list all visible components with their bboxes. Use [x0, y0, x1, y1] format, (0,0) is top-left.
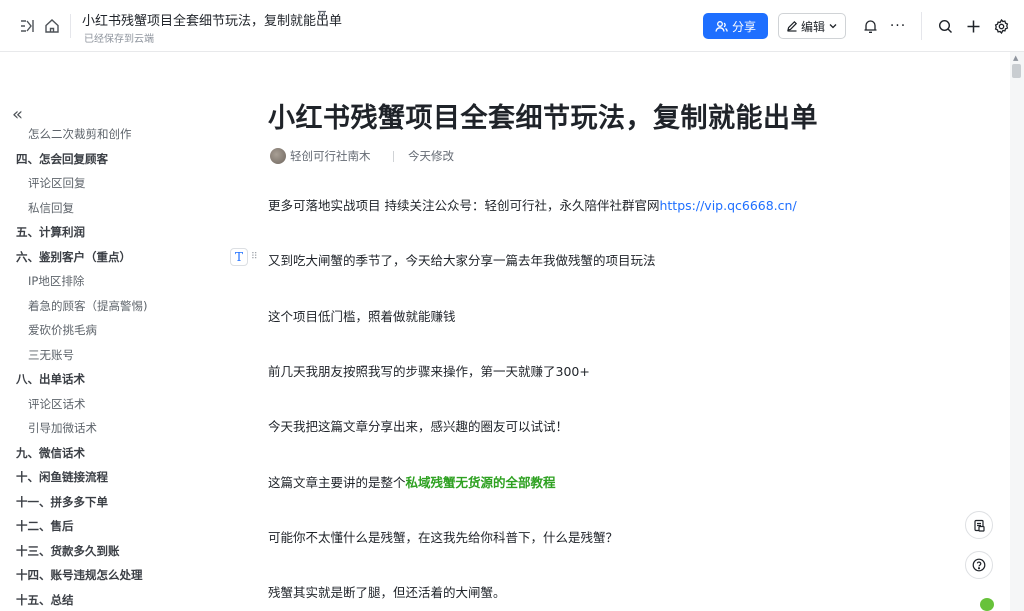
avatar[interactable] — [270, 148, 286, 164]
outline-item[interactable]: 爱砍价挑毛病 — [28, 319, 97, 341]
drag-handle-icon[interactable]: ⠿ — [251, 252, 258, 262]
divider — [70, 14, 71, 38]
chevron-down-icon — [829, 24, 837, 29]
settings-gear-icon[interactable] — [991, 16, 1011, 36]
pencil-icon — [787, 20, 798, 32]
paragraph[interactable]: 又到吃大闸蟹的季节了，今天给大家分享一篇去年我做残蟹的项目玩法 — [268, 250, 656, 269]
paragraph[interactable]: 更多可落地实战项目 持续关注公众号：轻创可行社，永久陪伴社群官网https://… — [268, 195, 797, 214]
paragraph[interactable]: 这篇文章主要讲的是整个私域残蟹无货源的全部教程 — [268, 472, 556, 491]
outline-item[interactable]: 十一、拼多多下单 — [16, 491, 108, 513]
outline-item[interactable]: 十三、货款多久到账 — [16, 540, 120, 562]
outline-item[interactable]: 怎么二次裁剪和创作 — [28, 123, 132, 145]
top-bar: 小红书残蟹项目全套细节玩法，复制就能出单 已经保存到云端 分享 编辑 ··· — [0, 0, 1024, 52]
outline-item[interactable]: 评论区回复 — [28, 172, 86, 194]
scrollbar[interactable]: ▲ — [1010, 52, 1024, 611]
author-name[interactable]: 轻创可行社南木 — [290, 148, 371, 164]
page-title: 小红书残蟹项目全套细节玩法，复制就能出单 — [268, 103, 818, 134]
outline-item[interactable]: 十、闲鱼链接流程 — [16, 466, 108, 488]
outline-item[interactable]: 三无账号 — [28, 344, 74, 366]
modified-time: 今天修改 — [408, 149, 454, 163]
toggle-outline-icon[interactable] — [18, 16, 38, 36]
outline-item[interactable]: 评论区话术 — [28, 393, 86, 415]
document-icon — [973, 519, 985, 532]
paragraph[interactable]: 前几天我朋友按照我写的步骤来操作，第一天就赚了300+ — [268, 361, 590, 380]
paragraph[interactable]: 残蟹其实就是断了腿，但还活着的大闸蟹。 — [268, 582, 506, 601]
help-icon — [972, 558, 986, 572]
outline-item[interactable]: 十五、总结 — [16, 589, 74, 611]
bell-icon[interactable] — [860, 16, 880, 36]
paragraph[interactable]: 可能你不太懂什么是残蟹，在这我先给你科普下，什么是残蟹？ — [268, 527, 618, 546]
paragraph-text: 更多可落地实战项目 持续关注公众号：轻创可行社，永久陪伴社群官网 — [268, 198, 660, 213]
outline-item[interactable]: IP地区排除 — [28, 270, 84, 292]
block-handle[interactable]: T ⠿ — [230, 246, 264, 268]
outline-item[interactable]: 四、怎会回复顾客 — [16, 148, 108, 170]
outline-item[interactable]: 九、微信话术 — [16, 442, 85, 464]
outline-item[interactable]: 五、计算利润 — [16, 221, 85, 243]
edit-button[interactable]: 编辑 — [778, 13, 846, 39]
share-label: 分享 — [731, 19, 756, 34]
help-button[interactable] — [965, 551, 993, 579]
search-icon[interactable] — [935, 16, 955, 36]
pin-icon[interactable] — [316, 10, 328, 25]
save-status: 已经保存到云端 — [84, 34, 154, 45]
outline-item[interactable]: 八、出单话术 — [16, 368, 85, 390]
plus-icon[interactable] — [963, 16, 983, 36]
doc-title[interactable]: 小红书残蟹项目全套细节玩法，复制就能出单 — [82, 10, 342, 29]
outline-item[interactable]: 私信回复 — [28, 197, 74, 219]
paragraph[interactable]: 今天我把这篇文章分享出来，感兴趣的圈友可以试试！ — [268, 416, 568, 435]
more-icon[interactable]: ··· — [888, 16, 908, 36]
highlighted-text: 私域残蟹无货源的全部教程 — [405, 475, 556, 490]
assistant-icon[interactable] — [980, 598, 994, 611]
outline-item[interactable]: 十四、账号违规怎么处理 — [16, 564, 143, 586]
outline-item[interactable]: 十二、售后 — [16, 515, 74, 537]
edit-label: 编辑 — [800, 19, 825, 34]
outline-item[interactable]: 着急的顾客（提高警惕) — [28, 295, 148, 317]
doc-info-button[interactable] — [965, 511, 993, 539]
paragraph-text: 这篇文章主要讲的是整个 — [268, 475, 406, 490]
collapse-outline-icon[interactable]: « — [12, 104, 23, 125]
community-link[interactable]: https://vip.qc6668.cn/ — [659, 198, 796, 213]
share-user-icon — [715, 20, 728, 32]
text-block-type-icon[interactable]: T — [230, 248, 248, 266]
divider — [921, 12, 922, 40]
share-button[interactable]: 分享 — [703, 13, 768, 39]
outline-item[interactable]: 六、鉴别客户（重点） — [16, 246, 131, 268]
paragraph[interactable]: 这个项目低门槛，照着做就能赚钱 — [268, 306, 456, 325]
divider — [393, 151, 394, 162]
home-icon[interactable] — [42, 16, 62, 36]
outline-item[interactable]: 引导加微话术 — [28, 417, 97, 439]
scrollbar-thumb[interactable] — [1012, 64, 1021, 78]
scroll-up-arrow-icon[interactable]: ▲ — [1013, 54, 1018, 62]
